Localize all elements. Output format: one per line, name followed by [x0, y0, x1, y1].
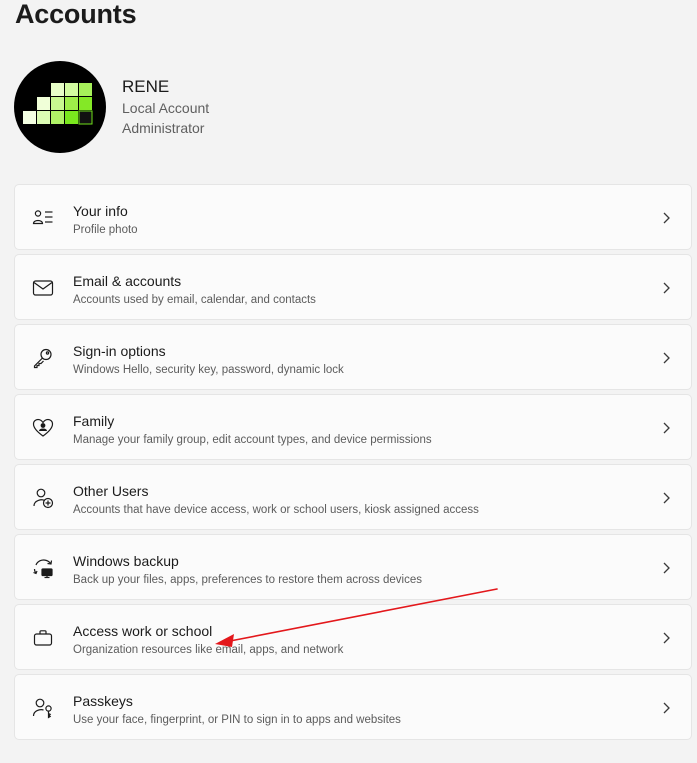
chevron-right-icon	[661, 281, 671, 295]
user-info-icon	[32, 207, 54, 229]
setting-title: Windows backup	[73, 553, 179, 569]
setting-passkeys[interactable]: Passkeys Use your face, fingerprint, or …	[14, 674, 692, 740]
avatar-pixel-icon	[23, 83, 93, 125]
setting-windows-backup[interactable]: Windows backup Back up your files, apps,…	[14, 534, 692, 600]
profile-text: RENE Local Account Administrator	[122, 76, 209, 138]
setting-subtitle: Back up your files, apps, preferences to…	[73, 574, 422, 586]
setting-subtitle: Organization resources like email, apps,…	[73, 644, 344, 656]
passkey-icon	[32, 697, 54, 719]
family-heart-icon	[32, 417, 54, 439]
mail-icon	[32, 277, 54, 299]
add-user-icon	[32, 487, 54, 509]
setting-other-users[interactable]: Other Users Accounts that have device ac…	[14, 464, 692, 530]
profile-name: RENE	[122, 77, 170, 96]
setting-subtitle: Windows Hello, security key, password, d…	[73, 364, 344, 376]
chevron-right-icon	[661, 351, 671, 365]
chevron-right-icon	[661, 491, 671, 505]
chevron-right-icon	[661, 561, 671, 575]
briefcase-icon	[32, 627, 54, 649]
setting-title: Sign-in options	[73, 343, 166, 359]
profile-header: RENE Local Account Administrator	[14, 61, 414, 153]
settings-list: Your info Profile photo Email & accounts…	[14, 184, 694, 744]
setting-subtitle: Use your face, fingerprint, or PIN to si…	[73, 714, 401, 726]
setting-title: Email & accounts	[73, 273, 182, 289]
setting-your-info[interactable]: Your info Profile photo	[14, 184, 692, 250]
chevron-right-icon	[661, 421, 671, 435]
setting-subtitle: Manage your family group, edit account t…	[73, 434, 432, 446]
setting-subtitle: Accounts used by email, calendar, and co…	[73, 294, 316, 306]
setting-access-work-school[interactable]: Access work or school Organization resou…	[14, 604, 692, 670]
setting-sign-in-options[interactable]: Sign-in options Windows Hello, security …	[14, 324, 692, 390]
setting-subtitle: Profile photo	[73, 224, 138, 236]
key-icon	[32, 347, 54, 369]
chevron-right-icon	[661, 701, 671, 715]
setting-title: Access work or school	[73, 623, 213, 639]
setting-title: Passkeys	[73, 693, 133, 709]
page-title: Accounts	[15, 0, 137, 29]
backup-sync-icon	[32, 557, 54, 579]
setting-title: Family	[73, 413, 115, 429]
chevron-right-icon	[661, 211, 671, 225]
chevron-right-icon	[661, 631, 671, 645]
setting-title: Other Users	[73, 483, 149, 499]
setting-email-accounts[interactable]: Email & accounts Accounts used by email,…	[14, 254, 692, 320]
profile-account-type: Local Account	[122, 100, 210, 116]
setting-family[interactable]: Family Manage your family group, edit ac…	[14, 394, 692, 460]
setting-title: Your info	[73, 203, 128, 219]
profile-role: Administrator	[122, 120, 205, 136]
setting-subtitle: Accounts that have device access, work o…	[73, 504, 479, 516]
avatar[interactable]	[14, 61, 106, 153]
